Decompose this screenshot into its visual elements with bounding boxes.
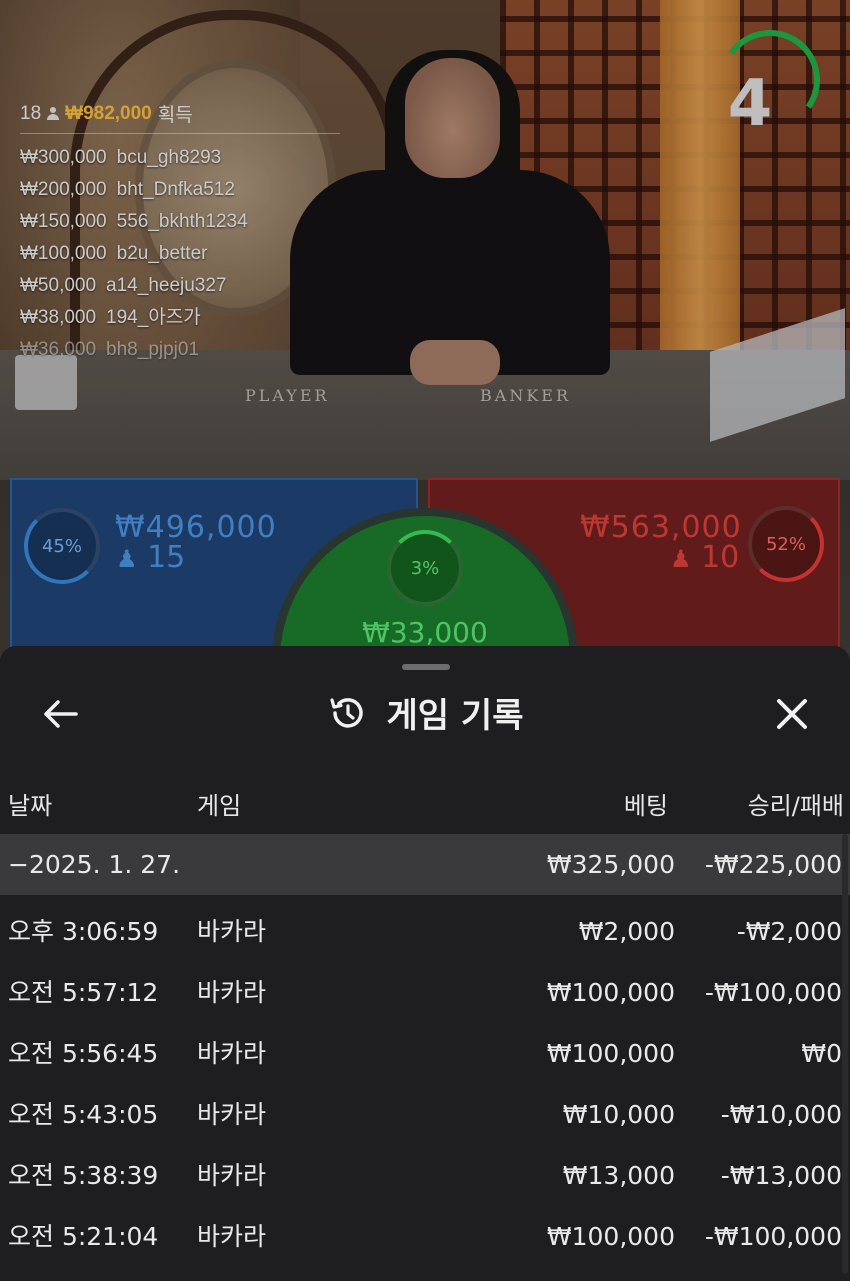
winner-user: bh8_pjpj01 bbox=[106, 339, 200, 360]
date-group-row[interactable]: −2025. 1. 27. ₩325,000 -₩225,000 bbox=[0, 834, 850, 895]
history-time: 오후 3:06:59 bbox=[8, 917, 159, 946]
player-bettors: ♟ 15 bbox=[116, 540, 185, 575]
history-bet: ₩10,000 bbox=[562, 1100, 675, 1129]
history-row[interactable]: 오전 5:57:12 바카라 ₩100,000 -₩100,000 bbox=[0, 962, 850, 1023]
winner-user: bcu_gh8293 bbox=[116, 147, 222, 168]
history-row[interactable]: 오후 3:06:59 바카라 ₩2,000 -₩2,000 bbox=[0, 901, 850, 962]
history-bet: ₩13,000 bbox=[562, 1161, 675, 1190]
history-time: 오전 5:38:39 bbox=[8, 1161, 159, 1190]
history-result: ₩0 bbox=[801, 1039, 842, 1068]
winner-amount: ₩300,000 bbox=[20, 147, 107, 168]
winner-amount: ₩36,000 bbox=[20, 339, 97, 360]
winner-user: 556_bkhth1234 bbox=[116, 211, 248, 232]
winner-amount: ₩100,000 bbox=[20, 243, 107, 264]
date-group-label: −2025. 1. 27. bbox=[8, 850, 181, 879]
player-percent: 45% bbox=[24, 508, 100, 584]
winner-row: ₩38,000 194_아즈가 bbox=[20, 302, 340, 334]
countdown-timer: 4 bbox=[727, 67, 773, 141]
history-icon bbox=[329, 697, 363, 728]
winner-amount: ₩150,000 bbox=[20, 211, 107, 232]
column-header-result: 승리/패배 bbox=[747, 792, 844, 820]
history-time: 오전 5:56:45 bbox=[8, 1039, 159, 1068]
winner-user: a14_heeju327 bbox=[106, 275, 227, 296]
winner-row: ₩50,000 a14_heeju327 bbox=[20, 270, 340, 302]
person-icon: ♟ bbox=[116, 545, 138, 573]
history-game: 바카라 bbox=[197, 917, 267, 946]
tie-percent: 3% bbox=[387, 530, 463, 606]
history-game: 바카라 bbox=[197, 1161, 267, 1190]
banker-bettor-count: 10 bbox=[701, 540, 740, 575]
winner-row: ₩36,000 bh8_pjpj01 bbox=[20, 334, 340, 366]
history-time: 오전 5:43:05 bbox=[8, 1100, 159, 1129]
history-row[interactable]: 오전 5:56:45 바카라 ₩100,000 ₩0 bbox=[0, 1023, 850, 1084]
winner-amount: ₩38,000 bbox=[20, 307, 97, 328]
sheet-title: 게임 기록 bbox=[0, 688, 850, 737]
history-game: 바카라 bbox=[197, 978, 267, 1007]
winner-row: ₩300,000 bcu_gh8293 bbox=[20, 142, 340, 174]
history-game: 바카라 bbox=[197, 1100, 267, 1129]
history-game: 바카라 bbox=[197, 1222, 267, 1251]
history-result: -₩100,000 bbox=[704, 1222, 842, 1251]
date-group-result-total: -₩225,000 bbox=[704, 850, 842, 879]
winner-user: b2u_better bbox=[116, 243, 208, 264]
history-scrollbar[interactable] bbox=[842, 834, 848, 1274]
winners-count: 18 bbox=[20, 102, 42, 124]
winner-row: ₩200,000 bht_Dnfka512 bbox=[20, 174, 340, 206]
history-time: 오전 5:57:12 bbox=[8, 978, 159, 1007]
winner-amount: ₩200,000 bbox=[20, 179, 107, 200]
history-row[interactable]: 오전 5:38:39 바카라 ₩13,000 -₩13,000 bbox=[0, 1145, 850, 1206]
game-history-sheet: 게임 기록 날짜 게임 베팅 승리/패배 −2025. 1. 27. ₩325,… bbox=[0, 646, 850, 1281]
banker-percent: 52% bbox=[748, 506, 824, 582]
column-header-bet: 베팅 bbox=[623, 792, 668, 820]
tie-bet-amount: ₩33,000 bbox=[362, 616, 488, 649]
table-label-banker: BANKER bbox=[480, 386, 571, 405]
history-bet: ₩2,000 bbox=[578, 917, 675, 946]
history-result: -₩2,000 bbox=[736, 917, 842, 946]
close-button[interactable] bbox=[770, 694, 814, 734]
history-result: -₩13,000 bbox=[720, 1161, 842, 1190]
player-bettor-count: 15 bbox=[147, 540, 186, 575]
sheet-title-text: 게임 기록 bbox=[386, 696, 524, 736]
table-label-player: PLAYER bbox=[245, 386, 330, 405]
winner-amount: ₩50,000 bbox=[20, 275, 97, 296]
column-header-date: 날짜 bbox=[8, 792, 53, 820]
winners-suffix: 획득 bbox=[157, 105, 193, 126]
history-row[interactable]: 오전 5:43:05 바카라 ₩10,000 -₩10,000 bbox=[0, 1084, 850, 1145]
history-bet: ₩100,000 bbox=[546, 978, 675, 1007]
winner-row: ₩100,000 b2u_better bbox=[20, 238, 340, 270]
history-row[interactable]: 오전 5:21:04 바카라 ₩100,000 -₩100,000 bbox=[0, 1206, 850, 1267]
history-result: -₩10,000 bbox=[720, 1100, 842, 1129]
winner-user: bht_Dnfka512 bbox=[116, 179, 235, 200]
winners-header: 18 ₩982,000 획득 bbox=[20, 100, 340, 134]
person-icon bbox=[47, 106, 60, 121]
winners-list: 18 ₩982,000 획득 ₩300,000 bcu_gh8293 ₩200,0… bbox=[20, 100, 340, 366]
winners-total: ₩982,000 bbox=[65, 102, 152, 124]
sheet-drag-handle[interactable] bbox=[402, 664, 450, 670]
winner-user: 194_아즈가 bbox=[106, 307, 201, 328]
history-bet: ₩100,000 bbox=[546, 1222, 675, 1251]
person-icon: ♟ bbox=[670, 545, 692, 573]
history-result: -₩100,000 bbox=[704, 978, 842, 1007]
history-time: 오전 5:21:04 bbox=[8, 1222, 159, 1251]
close-icon bbox=[777, 699, 807, 729]
live-video: PLAYER BANKER 4 18 ₩982,000 획득 ₩300,000 b… bbox=[0, 0, 850, 660]
date-group-bet-total: ₩325,000 bbox=[546, 850, 675, 879]
column-header-game: 게임 bbox=[197, 792, 242, 820]
dealer-face bbox=[405, 58, 500, 178]
dealer-hands bbox=[410, 340, 500, 385]
history-game: 바카라 bbox=[197, 1039, 267, 1068]
winner-row: ₩150,000 556_bkhth1234 bbox=[20, 206, 340, 238]
banker-bettors: ♟ 10 bbox=[670, 540, 739, 575]
history-bet: ₩100,000 bbox=[546, 1039, 675, 1068]
